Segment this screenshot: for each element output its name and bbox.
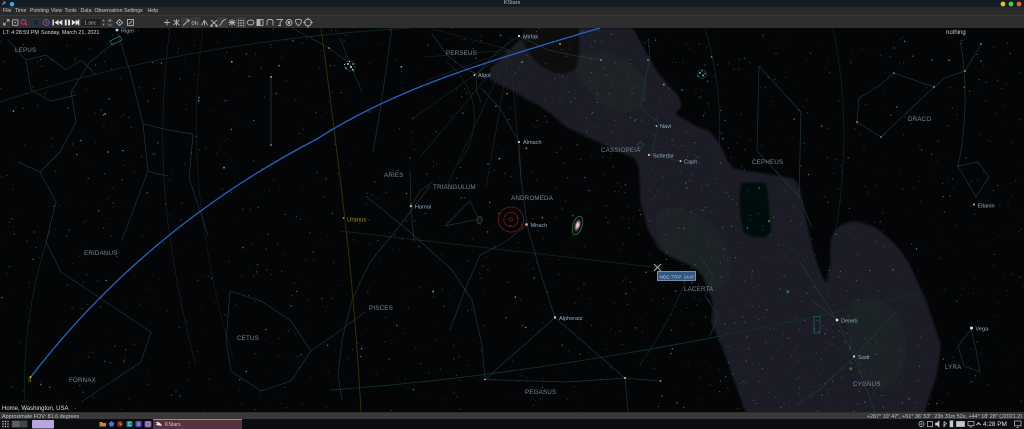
svg-text:ARIES: ARIES [384, 172, 404, 179]
svg-text:CASSIOPEIA: CASSIOPEIA [601, 147, 641, 154]
svg-text:PERSEUS: PERSEUS [446, 50, 477, 57]
svg-text:Deneb: Deneb [841, 319, 857, 325]
svg-text:Algol: Algol [478, 73, 490, 79]
svg-text:ERIDANUS: ERIDANUS [84, 250, 118, 257]
svg-text:KStars: KStars [165, 422, 181, 428]
svg-text:LT: 4:28:59 PM: LT: 4:28:59 PM [3, 30, 39, 36]
svg-text:Vega: Vega [976, 327, 990, 333]
svg-text:DRACO: DRACO [908, 116, 931, 123]
svg-text:Mirfak: Mirfak [523, 35, 538, 41]
svg-text:Navi: Navi [660, 124, 671, 130]
svg-text:Rigel: Rigel [121, 29, 134, 35]
svg-text:Eltanin: Eltanin [978, 204, 995, 210]
svg-text:Schedar: Schedar [653, 154, 674, 160]
svg-text:LACERTA: LACERTA [684, 286, 714, 293]
svg-text:ANDROMEDA: ANDROMEDA [511, 195, 554, 202]
svg-text:C: C [128, 422, 132, 428]
svg-text:FORNAX: FORNAX [69, 377, 96, 384]
svg-text:Alpheratz: Alpheratz [559, 316, 583, 322]
svg-text:TRIANGULUM: TRIANGULUM [433, 184, 476, 191]
svg-text:CEPHEUS: CEPHEUS [752, 159, 783, 166]
svg-text:nothing: nothing [946, 30, 966, 36]
svg-text:1 sec: 1 sec [84, 20, 97, 26]
svg-text:Sadr: Sadr [858, 355, 870, 361]
svg-text:LEPUS: LEPUS [15, 47, 36, 54]
svg-text:PEGASUS: PEGASUS [525, 389, 556, 396]
svg-text:Hamal: Hamal [415, 205, 431, 211]
svg-text:NGC 7707: 14.8°: NGC 7707: 14.8° [660, 274, 695, 279]
svg-text:CETUS: CETUS [237, 335, 259, 342]
svg-text:4:28 PM: 4:28 PM [983, 421, 1007, 428]
svg-text:PISCES: PISCES [369, 305, 393, 312]
svg-text:Almach: Almach [523, 140, 542, 146]
svg-text:Caph: Caph [684, 160, 697, 166]
svg-text:Mirach: Mirach [531, 223, 548, 229]
svg-text:Uranus: Uranus [347, 218, 366, 224]
svg-text:CYGNUS: CYGNUS [853, 381, 881, 388]
svg-text:0h: 0h [192, 21, 198, 27]
svg-text:LYRA: LYRA [945, 364, 962, 371]
svg-text:Sunday, March 21, 2021: Sunday, March 21, 2021 [41, 30, 99, 36]
